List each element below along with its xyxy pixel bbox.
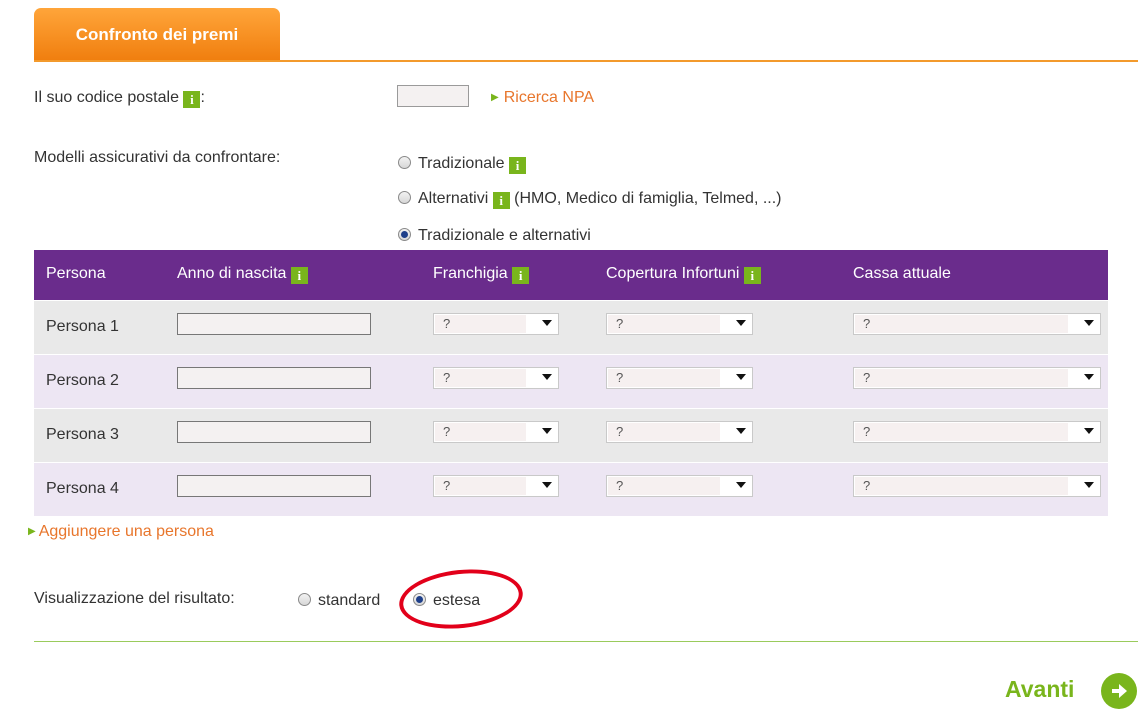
postal-code-label: Il suo codice postale i: (34, 89, 205, 108)
select-value: ? (435, 477, 526, 495)
copertura-select[interactable]: ? (606, 367, 753, 389)
franchigia-select[interactable]: ? (433, 313, 559, 335)
radio-standard[interactable] (298, 593, 311, 606)
table-row: Persona 1 ? ? ? (34, 300, 1108, 354)
info-icon[interactable]: i (290, 267, 308, 284)
cassa-select[interactable]: ? (853, 367, 1101, 389)
select-value: ? (855, 315, 1068, 333)
arrow-circle-right-icon[interactable] (1101, 673, 1137, 709)
table-row: Persona 2 ? ? ? (34, 354, 1108, 408)
result-option-standard[interactable]: standard (298, 592, 380, 610)
postal-code-colon: : (200, 89, 205, 106)
info-icon[interactable]: i (512, 267, 530, 284)
select-value: ? (435, 423, 526, 441)
chevron-down-icon (1084, 374, 1094, 380)
info-icon[interactable]: i (743, 267, 761, 284)
info-icon[interactable]: i (183, 91, 201, 108)
header-persona: Persona (46, 265, 106, 282)
header-copertura: Copertura Infortuni i (606, 265, 761, 284)
header-anno-nascita: Anno di nascita i (177, 265, 308, 284)
avanti-button[interactable]: Avanti (1005, 676, 1074, 703)
info-icon[interactable]: i (509, 157, 527, 174)
cassa-select[interactable]: ? (853, 421, 1101, 443)
info-icon[interactable]: i (492, 192, 510, 209)
models-label: Modelli assicurativi da confrontare: (34, 149, 281, 166)
chevron-down-icon (1084, 320, 1094, 326)
header-copertura-text: Copertura Infortuni (606, 265, 740, 282)
person-name: Persona 3 (46, 426, 119, 443)
highlight-circle (396, 563, 526, 635)
birth-year-input[interactable] (177, 421, 371, 443)
chevron-down-icon (1084, 428, 1094, 434)
person-name: Persona 1 (46, 318, 119, 335)
radio-tradizionale-alternativi[interactable] (398, 228, 411, 241)
select-value: ? (435, 315, 526, 333)
chevron-down-icon (542, 482, 552, 488)
header-franchigia: Franchigia i (433, 265, 530, 284)
select-value: ? (855, 423, 1068, 441)
tab-underline (34, 60, 1138, 62)
chevron-down-icon (542, 428, 552, 434)
chevron-down-icon (1084, 482, 1094, 488)
select-value: ? (608, 477, 720, 495)
birth-year-input[interactable] (177, 475, 371, 497)
chevron-down-icon (736, 428, 746, 434)
radio-tradizionale[interactable] (398, 156, 411, 169)
postal-code-input[interactable] (397, 85, 469, 107)
tab-confronto-premi[interactable]: Confronto dei premi (34, 8, 280, 61)
postal-code-label-text: Il suo codice postale (34, 89, 179, 106)
chevron-down-icon (736, 374, 746, 380)
model-option-tradizionale[interactable]: Tradizionale i (398, 155, 527, 174)
model-option-label: Tradizionale (418, 155, 505, 172)
franchigia-select[interactable]: ? (433, 475, 559, 497)
ricerca-npa-text[interactable]: Ricerca NPA (504, 89, 594, 106)
table-row: Persona 3 ? ? ? (34, 408, 1108, 462)
header-anno-nascita-text: Anno di nascita (177, 265, 287, 282)
table-header: Persona Anno di nascita i Franchigia i C… (34, 250, 1108, 300)
chevron-down-icon (736, 482, 746, 488)
header-franchigia-text: Franchigia (433, 265, 508, 282)
add-person-link[interactable]: ▶ Aggiungere una persona (28, 523, 214, 541)
copertura-select[interactable]: ? (606, 313, 753, 335)
select-value: ? (608, 369, 720, 387)
person-name: Persona 2 (46, 372, 119, 389)
radio-alternativi[interactable] (398, 191, 411, 204)
model-option-note: (HMO, Medico di famiglia, Telmed, ...) (514, 190, 782, 207)
franchigia-select[interactable]: ? (433, 367, 559, 389)
birth-year-input[interactable] (177, 367, 371, 389)
arrow-right-icon: ▶ (28, 526, 36, 537)
cassa-select[interactable]: ? (853, 313, 1101, 335)
select-value: ? (855, 477, 1068, 495)
persons-table: Persona Anno di nascita i Franchigia i C… (34, 250, 1108, 516)
chevron-down-icon (736, 320, 746, 326)
ricerca-npa-link[interactable]: ▶ Ricerca NPA (491, 89, 594, 107)
select-value: ? (608, 315, 720, 333)
model-option-alternativi[interactable]: Alternativi i (HMO, Medico di famiglia, … (398, 190, 782, 209)
model-option-tradizionale-alternativi[interactable]: Tradizionale e alternativi (398, 227, 591, 245)
result-option-label: standard (318, 592, 381, 609)
header-cassa: Cassa attuale (853, 265, 951, 282)
model-option-label: Alternativi (418, 190, 489, 207)
arrow-right-icon: ▶ (491, 92, 499, 103)
bottom-divider (34, 641, 1138, 642)
add-person-text[interactable]: Aggiungere una persona (39, 523, 214, 540)
copertura-select[interactable]: ? (606, 421, 753, 443)
chevron-down-icon (542, 320, 552, 326)
select-value: ? (435, 369, 526, 387)
model-option-label: Tradizionale e alternativi (418, 227, 591, 244)
select-value: ? (855, 369, 1068, 387)
birth-year-input[interactable] (177, 313, 371, 335)
person-name: Persona 4 (46, 480, 119, 497)
chevron-down-icon (542, 374, 552, 380)
copertura-select[interactable]: ? (606, 475, 753, 497)
franchigia-select[interactable]: ? (433, 421, 559, 443)
result-view-label: Visualizzazione del risultato: (34, 590, 235, 607)
select-value: ? (608, 423, 720, 441)
table-row: Persona 4 ? ? ? (34, 462, 1108, 516)
cassa-select[interactable]: ? (853, 475, 1101, 497)
